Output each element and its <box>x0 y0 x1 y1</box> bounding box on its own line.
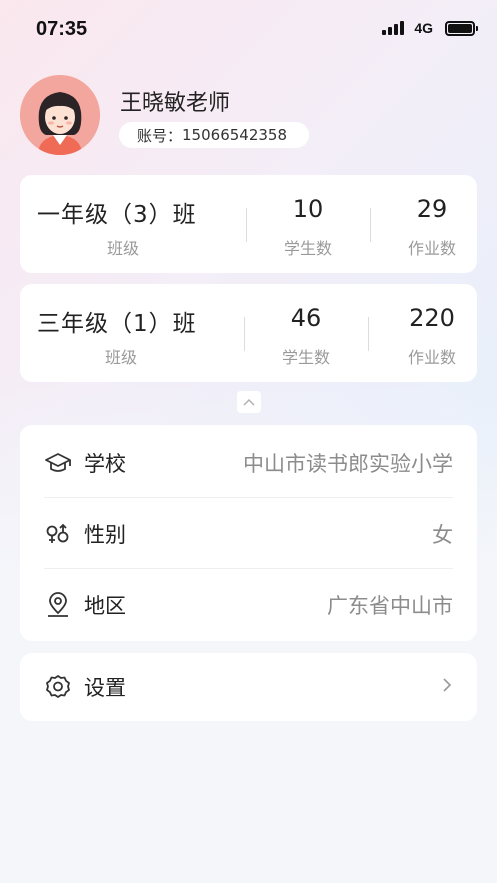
profile-header: 王晓敏老师 账号： 15066542358 <box>20 75 480 155</box>
school-row[interactable]: 学校 中山市读书郎实验小学 <box>44 427 453 498</box>
graduation-cap-icon <box>44 449 72 477</box>
gender-label: 性别 <box>84 522 126 547</box>
school-label: 学校 <box>84 451 126 476</box>
account-badge: 账号： 15066542358 <box>119 122 309 148</box>
battery-icon <box>445 20 478 36</box>
class-name-label: 班级 <box>105 348 138 367</box>
chevron-up-icon <box>243 398 255 406</box>
settings-row[interactable]: 设置 <box>44 653 453 721</box>
divider <box>244 317 245 351</box>
gear-icon <box>44 673 72 701</box>
class-card[interactable]: 一年级（3）班 班级 10 学生数 29 作业数 <box>20 175 477 273</box>
account-label: 账号： <box>137 126 183 145</box>
class-name: 一年级（3）班 <box>37 202 197 228</box>
class-name: 三年级（1）班 <box>37 311 197 337</box>
divider <box>246 208 247 242</box>
location-pin-icon <box>44 591 72 619</box>
account-number: 15066542358 <box>182 126 287 144</box>
status-time: 07:35 <box>36 18 88 40</box>
student-count: 46 <box>290 304 322 332</box>
status-indicators: 4G <box>382 20 478 36</box>
settings-card[interactable]: 设置 <box>20 653 477 721</box>
gender-row[interactable]: 性别 女 <box>44 498 453 569</box>
class-name-label: 班级 <box>107 239 140 258</box>
teacher-avatar-icon <box>20 75 100 155</box>
region-value: 广东省中山市 <box>327 593 453 618</box>
region-label: 地区 <box>84 593 126 618</box>
student-count-label: 学生数 <box>283 239 332 258</box>
settings-label: 设置 <box>84 676 126 700</box>
info-card: 学校 中山市读书郎实验小学 性别 女 地区 广东省中山市 <box>20 425 477 641</box>
network-type: 4G <box>414 20 433 36</box>
region-row[interactable]: 地区 广东省中山市 <box>44 569 453 640</box>
homework-count-label: 作业数 <box>407 348 456 367</box>
student-count: 10 <box>292 195 324 223</box>
student-count-label: 学生数 <box>281 348 330 367</box>
homework-count: 220 <box>409 304 455 332</box>
class-card[interactable]: 三年级（1）班 班级 46 学生数 220 作业数 <box>20 284 477 382</box>
signal-icon <box>382 21 405 35</box>
avatar[interactable] <box>20 75 100 155</box>
divider <box>370 208 371 242</box>
homework-count: 29 <box>416 195 448 223</box>
status-bar: 07:35 4G <box>0 0 497 60</box>
school-value: 中山市读书郎实验小学 <box>243 451 453 476</box>
gender-icon <box>44 520 72 548</box>
teacher-name: 王晓敏老师 <box>120 91 231 116</box>
divider <box>368 317 369 351</box>
gender-value: 女 <box>432 522 453 547</box>
homework-count-label: 作业数 <box>407 239 456 258</box>
collapse-button[interactable] <box>237 391 261 413</box>
chevron-right-icon <box>441 675 453 699</box>
